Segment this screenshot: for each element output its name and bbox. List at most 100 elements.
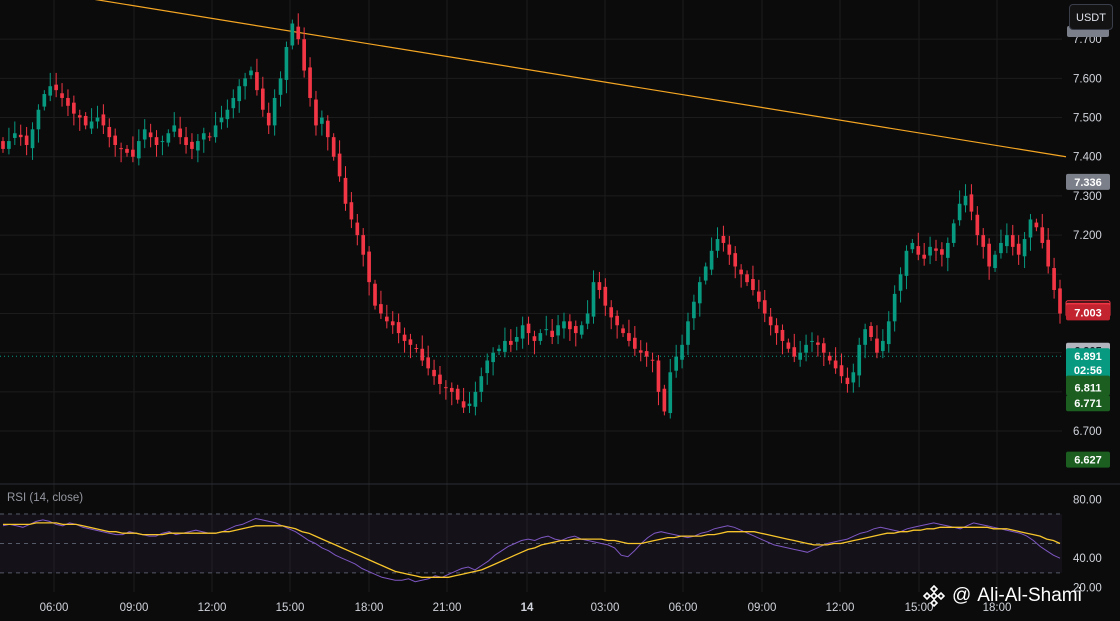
candle-body bbox=[597, 282, 602, 290]
price-axis-label: 7.400 bbox=[1073, 152, 1102, 164]
candle-body bbox=[325, 120, 330, 138]
candle-body bbox=[1046, 239, 1051, 267]
candle-body bbox=[178, 128, 182, 138]
candle-body bbox=[621, 328, 625, 334]
candle-body bbox=[160, 141, 165, 143]
candle-body bbox=[745, 274, 749, 283]
tag-6771-text: 6.771 bbox=[1074, 398, 1102, 410]
candle-body bbox=[833, 360, 838, 369]
candle-body bbox=[278, 78, 283, 95]
candle-body bbox=[633, 337, 637, 349]
candle-body bbox=[314, 99, 318, 126]
candle-body bbox=[1028, 219, 1033, 238]
candle-body bbox=[650, 359, 655, 361]
candle-body bbox=[201, 133, 206, 140]
price-axis-label: 7.600 bbox=[1073, 73, 1102, 85]
watermark-at: @ bbox=[952, 585, 972, 606]
watermark: @ Ali-Al-Shami bbox=[922, 583, 1082, 609]
candle-body bbox=[148, 132, 153, 138]
candle-body bbox=[384, 316, 389, 322]
candle-body bbox=[821, 343, 826, 353]
candle-body bbox=[379, 304, 383, 314]
candle-body bbox=[1005, 235, 1009, 247]
candle-body bbox=[196, 141, 200, 151]
candle-body bbox=[396, 322, 401, 334]
candle-body bbox=[573, 326, 578, 334]
candle-body bbox=[89, 121, 94, 129]
candle-body bbox=[603, 286, 608, 306]
candle-body bbox=[231, 97, 236, 109]
candle-body bbox=[438, 374, 442, 385]
candle-body bbox=[839, 365, 844, 377]
candle-body bbox=[36, 109, 41, 130]
time-axis-label: 14 bbox=[521, 602, 534, 614]
candle-body bbox=[721, 235, 726, 243]
candle-body bbox=[786, 342, 791, 349]
candle-body bbox=[863, 329, 867, 345]
candle-body bbox=[951, 223, 956, 243]
watermark-name: Ali-Al-Shami bbox=[977, 585, 1082, 606]
candle-body bbox=[355, 222, 360, 236]
candle-body bbox=[24, 135, 29, 145]
candle-body bbox=[30, 129, 35, 149]
candle-body bbox=[107, 126, 112, 138]
candle-body bbox=[904, 250, 909, 276]
candle-body bbox=[709, 250, 714, 270]
candle-body bbox=[680, 344, 684, 360]
candle-body bbox=[12, 133, 17, 138]
candle-body bbox=[449, 387, 454, 392]
time-axis-label: 15:00 bbox=[276, 602, 305, 614]
candle-body bbox=[579, 325, 584, 335]
candle-body bbox=[48, 86, 53, 96]
candle-body bbox=[999, 242, 1003, 254]
candle-body bbox=[77, 115, 82, 118]
candle-body bbox=[509, 340, 513, 345]
candle-body bbox=[7, 141, 11, 149]
candle-body bbox=[568, 321, 572, 330]
time-axis-label: 12:00 bbox=[826, 602, 855, 614]
chart-canvas[interactable]: 7.7007.6007.5007.4007.3007.2006.9006.800… bbox=[0, 0, 1120, 621]
candle-body bbox=[131, 149, 135, 157]
candle-body bbox=[66, 97, 70, 106]
price-axis-label: 6.700 bbox=[1073, 426, 1102, 438]
candle-body bbox=[296, 26, 301, 40]
candle-body bbox=[922, 254, 927, 259]
candle-body bbox=[266, 112, 271, 126]
candle-body bbox=[987, 243, 991, 267]
candle-body bbox=[426, 357, 430, 369]
candle-body bbox=[591, 282, 596, 317]
tag-6891-countdown: 02:56 bbox=[1074, 365, 1102, 377]
candle-body bbox=[910, 242, 915, 250]
candle-body bbox=[774, 325, 779, 334]
candle-body bbox=[272, 97, 277, 126]
candle-body bbox=[455, 388, 460, 400]
candle-body bbox=[969, 194, 974, 212]
candle-body bbox=[390, 321, 395, 326]
candle-body bbox=[260, 88, 265, 110]
candle-body bbox=[615, 315, 619, 326]
candle-body bbox=[166, 133, 171, 143]
currency-button[interactable]: USDT bbox=[1069, 4, 1113, 30]
candle-body bbox=[172, 125, 177, 132]
tag-6811-text: 6.811 bbox=[1075, 383, 1102, 395]
candle-body bbox=[963, 195, 968, 206]
candle-body bbox=[343, 177, 348, 204]
rsi-legend: RSI (14, close) bbox=[7, 492, 84, 504]
candle-body bbox=[780, 329, 785, 341]
candle-body bbox=[798, 352, 803, 360]
candle-body bbox=[627, 333, 631, 341]
binance-logo-icon bbox=[922, 584, 946, 608]
candle-body bbox=[331, 137, 336, 157]
candle-body bbox=[851, 372, 856, 383]
candle-body bbox=[1058, 288, 1062, 314]
tag-6627-text: 6.627 bbox=[1074, 455, 1102, 467]
candle-body bbox=[473, 391, 478, 407]
price-axis-label: 7.500 bbox=[1073, 113, 1102, 125]
candle-body bbox=[792, 347, 797, 357]
candle-body bbox=[402, 334, 407, 341]
candle-body bbox=[768, 316, 773, 326]
candle-body bbox=[810, 340, 814, 342]
candle-body bbox=[544, 329, 549, 331]
candle-body bbox=[762, 300, 767, 314]
time-axis-label: 21:00 bbox=[433, 602, 462, 614]
